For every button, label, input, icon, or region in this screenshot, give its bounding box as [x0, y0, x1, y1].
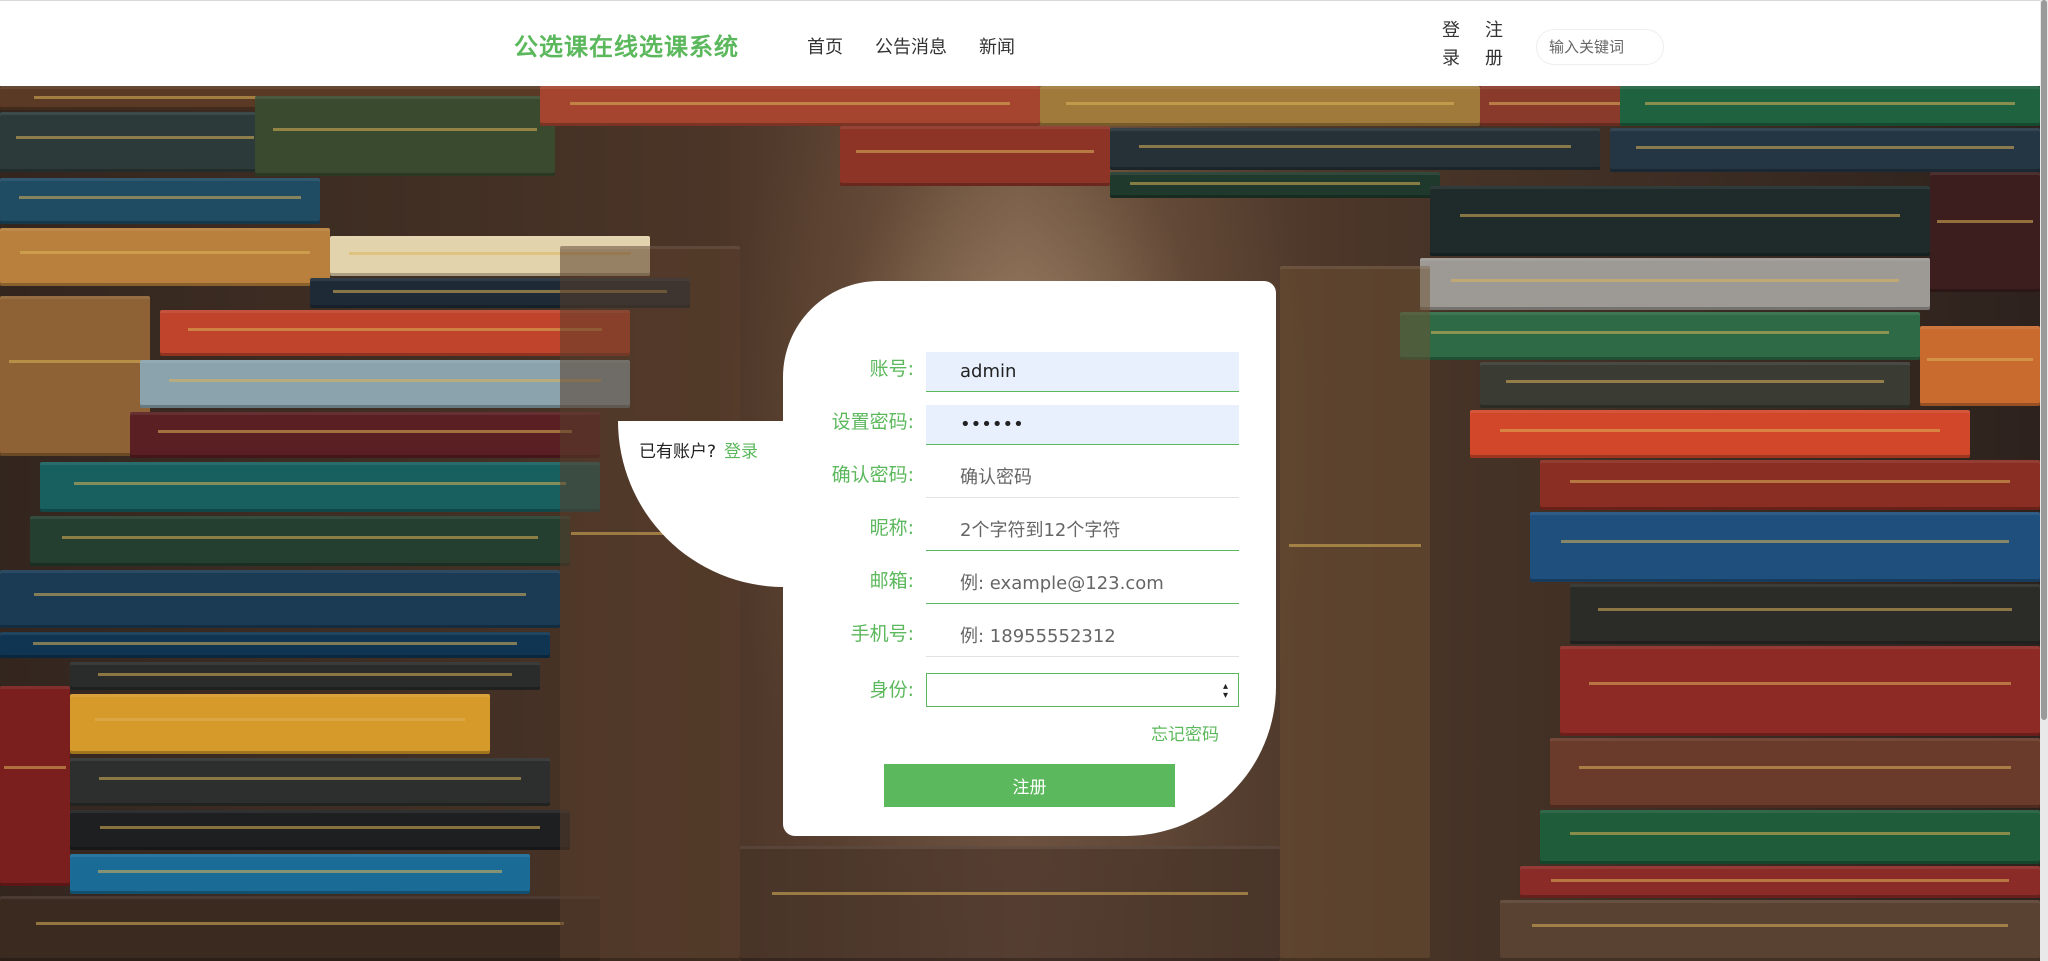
login-prompt: 已有账户? 登录: [639, 437, 758, 462]
book: [70, 854, 530, 894]
book: [0, 228, 330, 286]
phone-label: 手机号:: [850, 623, 914, 645]
book: [70, 810, 570, 850]
book: [0, 896, 600, 961]
book: [0, 570, 560, 628]
book: [1930, 172, 2040, 292]
book: [1560, 646, 2040, 736]
form-row-role: 身份: ▴ ▾: [783, 673, 1276, 717]
role-label: 身份:: [869, 679, 914, 701]
confirm-password-input[interactable]: [926, 458, 1239, 498]
search-input[interactable]: [1536, 29, 1664, 65]
nav-news[interactable]: 新闻: [979, 33, 1015, 59]
select-arrows-icon: ▴ ▾: [1222, 681, 1228, 701]
book: [0, 112, 270, 172]
book: [1610, 128, 2040, 172]
book: [1530, 512, 2040, 582]
forgot-password-link[interactable]: 忘记密码: [1151, 720, 1219, 745]
form-row-account: 账号:: [783, 352, 1276, 396]
book: [70, 694, 490, 754]
book: [1480, 362, 1910, 408]
book: [1520, 866, 2040, 898]
book: [0, 686, 70, 886]
book: [1620, 86, 2040, 126]
book: [140, 360, 630, 408]
nickname-label: 昵称:: [869, 517, 914, 539]
book: [1110, 172, 1440, 198]
nickname-input[interactable]: [926, 511, 1239, 551]
form-row-nickname: 昵称:: [783, 511, 1276, 555]
book: [540, 86, 1040, 126]
book: [255, 96, 555, 176]
phone-input[interactable]: [926, 617, 1239, 657]
account-label: 账号:: [869, 358, 914, 380]
scrollbar-thumb[interactable]: [2041, 0, 2047, 720]
book: [1540, 460, 2040, 510]
role-select[interactable]: ▴ ▾: [926, 673, 1239, 707]
book: [1430, 186, 1930, 256]
book: [1550, 738, 2040, 808]
header-login-link[interactable]: 登录: [1439, 17, 1463, 73]
main-nav: 首页 公告消息 新闻: [807, 33, 1015, 59]
password-label: 设置密码:: [831, 411, 914, 433]
book: [1040, 86, 1480, 126]
page-scrollbar[interactable]: [2040, 0, 2048, 961]
book: [1420, 258, 1930, 310]
book: [1480, 86, 1630, 126]
login-link[interactable]: 登录: [724, 442, 758, 462]
book: [1500, 900, 2040, 961]
form-row-phone: 手机号:: [783, 617, 1276, 661]
form-row-password: 设置密码:: [783, 405, 1276, 449]
site-title: 公选课在线选课系统: [514, 33, 739, 61]
nav-home[interactable]: 首页: [807, 33, 843, 59]
book: [1400, 312, 1920, 360]
have-account-text: 已有账户?: [639, 442, 717, 462]
book: [560, 246, 740, 961]
book: [1470, 410, 1970, 458]
book: [1920, 326, 2040, 406]
book: [30, 516, 570, 566]
email-input[interactable]: [926, 564, 1239, 604]
nav-announcements[interactable]: 公告消息: [875, 33, 947, 59]
password-input[interactable]: [926, 405, 1239, 445]
form-row-email: 邮箱:: [783, 564, 1276, 608]
account-input[interactable]: [926, 352, 1239, 392]
book: [840, 126, 1110, 186]
book: [130, 412, 600, 458]
top-navbar: 公选课在线选课系统 首页 公告消息 新闻 登录 注册: [0, 0, 2048, 86]
book: [1540, 810, 2040, 864]
book: [1280, 266, 1430, 961]
register-button[interactable]: 注册: [884, 764, 1175, 807]
email-label: 邮箱:: [869, 570, 914, 592]
book: [0, 632, 550, 658]
book: [40, 462, 600, 512]
book: [70, 758, 550, 806]
book: [0, 296, 150, 456]
register-form: 账号: 设置密码: 确认密码: 昵称: 邮箱: 手机号: 身份: ▴▾ 忘记密码…: [783, 281, 1276, 836]
header-register-link[interactable]: 注册: [1482, 17, 1506, 73]
book: [0, 178, 320, 224]
book: [70, 662, 540, 690]
book: [1110, 128, 1600, 170]
confirm-password-label: 确认密码:: [831, 464, 914, 486]
book: [740, 846, 1280, 961]
book: [1570, 584, 2040, 644]
form-row-confirm-password: 确认密码:: [783, 458, 1276, 502]
